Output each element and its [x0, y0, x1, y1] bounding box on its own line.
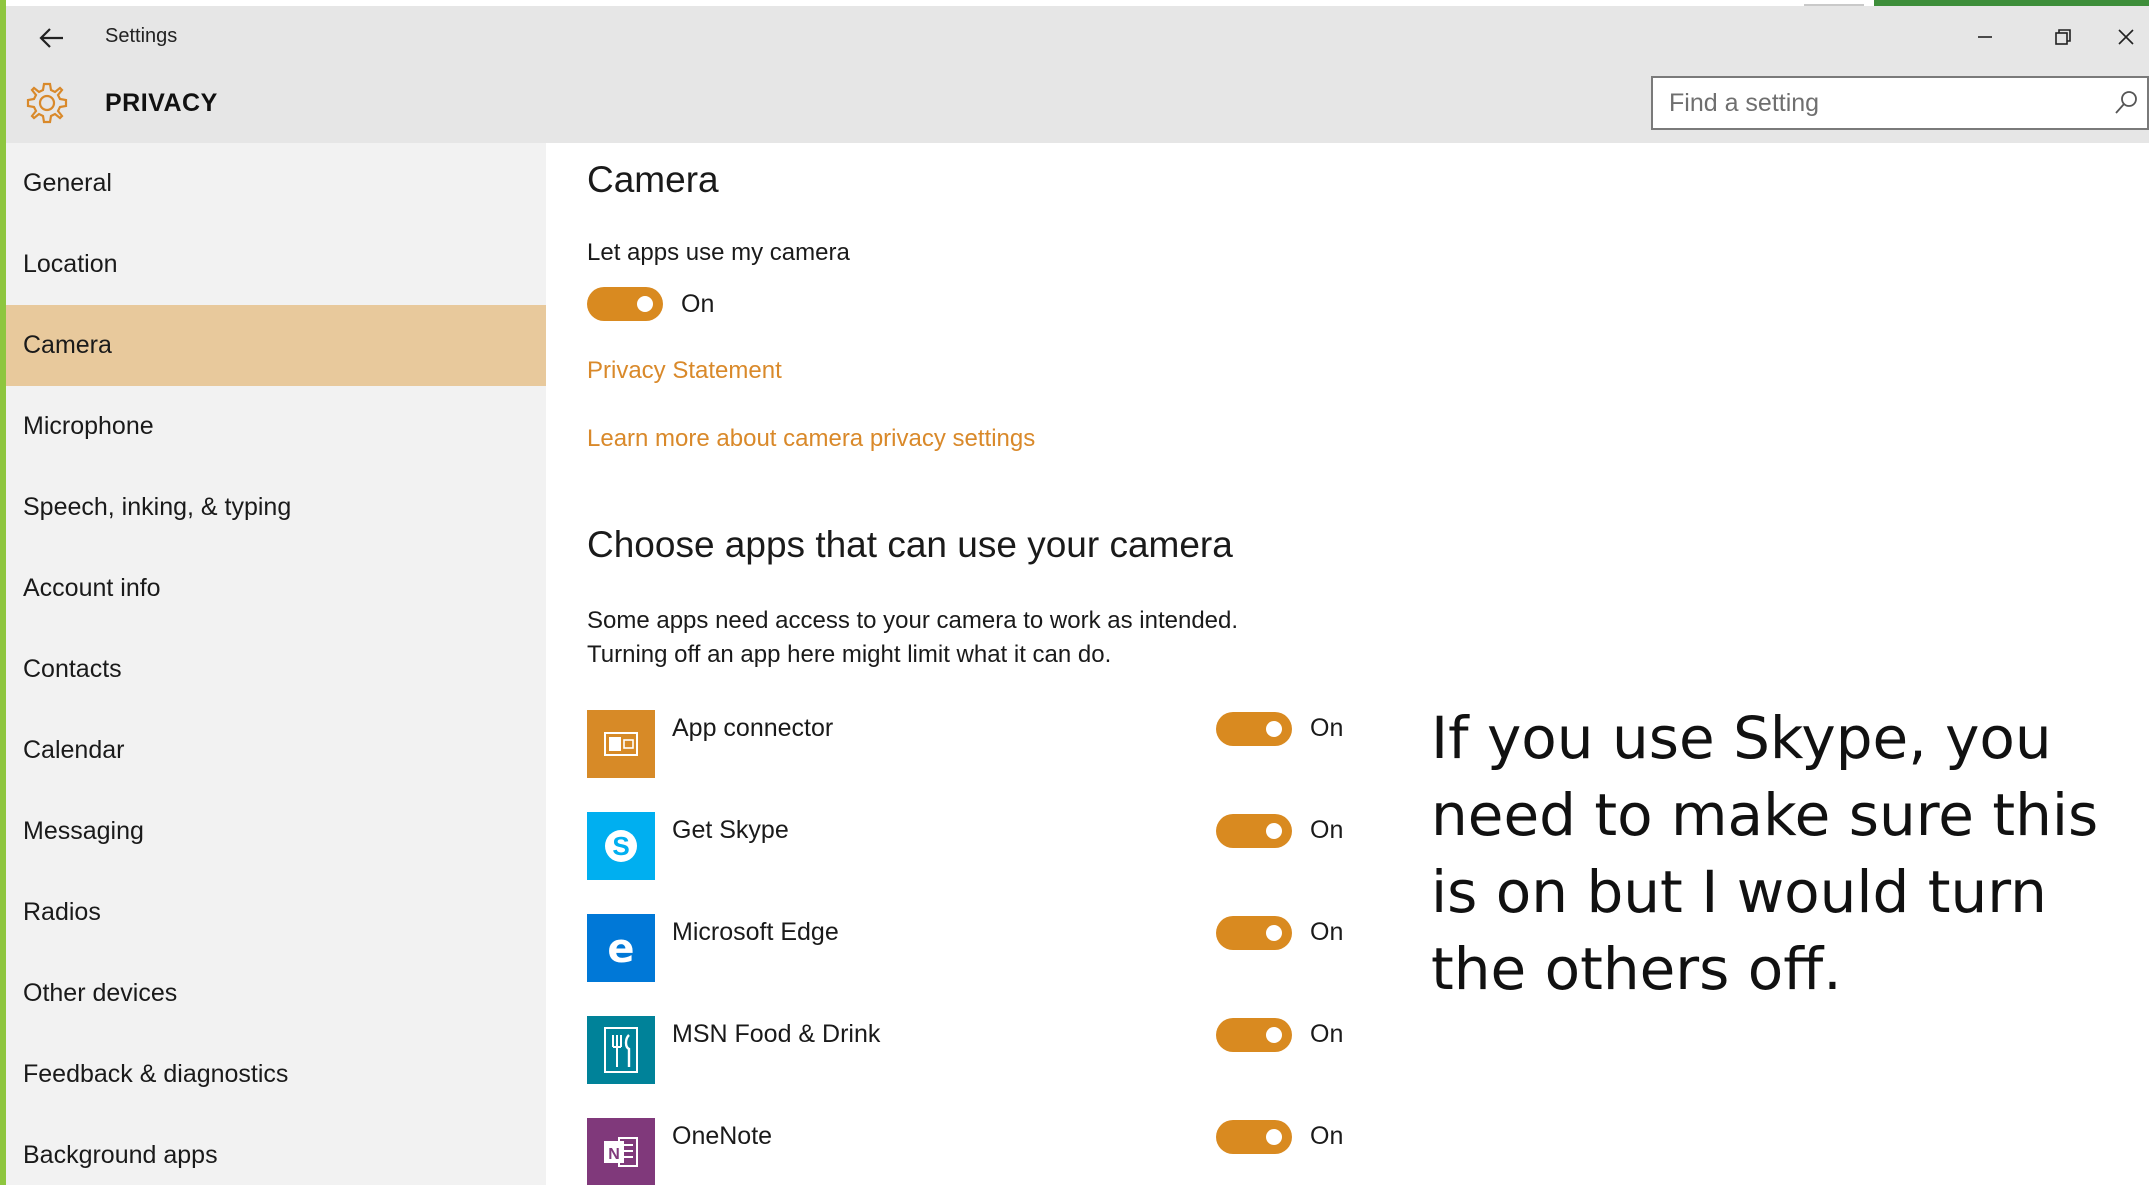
toggle-knob	[1266, 721, 1282, 737]
apps-heading: Choose apps that can use your camera	[587, 524, 1233, 565]
apps-description-line1: Some apps need access to your camera to …	[587, 607, 1239, 634]
camera-access-toggle[interactable]	[587, 287, 663, 321]
toggle-knob	[1266, 1027, 1282, 1043]
sidebar-item-calendar[interactable]: Calendar	[6, 710, 546, 791]
sidebar-item-label: Calendar	[23, 736, 125, 764]
section-title: Camera	[587, 159, 719, 200]
app-name: Get Skype	[672, 816, 789, 844]
sidebar-item-camera[interactable]: Camera	[6, 305, 546, 386]
get-skype-toggle[interactable]	[1216, 814, 1292, 848]
sidebar-item-label: Location	[23, 250, 118, 278]
gear-icon	[24, 80, 70, 126]
toggle-knob	[1266, 1129, 1282, 1145]
sidebar-item-general[interactable]: General	[6, 143, 546, 224]
annotation-text: If you use Skype, you need to make sure …	[1431, 704, 2099, 1003]
sidebar-item-messaging[interactable]: Messaging	[6, 791, 546, 872]
sidebar-item-label: Microphone	[23, 412, 154, 440]
sidebar-item-label: General	[23, 169, 112, 197]
food-drink-icon	[587, 1016, 655, 1084]
sidebar-item-background-apps[interactable]: Background apps	[6, 1115, 546, 1185]
sidebar-item-label: Other devices	[23, 979, 178, 1007]
app-name: App connector	[672, 714, 834, 742]
page-title: PRIVACY	[105, 89, 218, 117]
edge-icon: e	[587, 914, 655, 982]
sidebar-nav: General Location Camera Microphone Speec…	[6, 143, 546, 1185]
toggle-knob	[1266, 823, 1282, 839]
app-toggle-state: On	[1310, 1020, 1344, 1048]
msn-food-drink-toggle[interactable]	[1216, 1018, 1292, 1052]
app-connector-icon	[587, 710, 655, 778]
svg-text:S: S	[612, 831, 629, 861]
camera-setting-label: Let apps use my camera	[587, 239, 850, 266]
sidebar-item-feedback[interactable]: Feedback & diagnostics	[6, 1034, 546, 1115]
app-name: OneNote	[672, 1122, 773, 1150]
minimize-icon[interactable]	[1946, 6, 2024, 68]
app-name: MSN Food & Drink	[672, 1020, 881, 1048]
onenote-toggle[interactable]	[1216, 1120, 1292, 1154]
sidebar-item-contacts[interactable]: Contacts	[6, 629, 546, 710]
sidebar-item-label: Contacts	[23, 655, 122, 683]
restore-icon[interactable]	[2024, 6, 2102, 68]
svg-text:N: N	[608, 1146, 620, 1163]
main-content: Camera Let apps use my camera On Privacy…	[546, 143, 2149, 1185]
app-row-app-connector: App connector On	[587, 710, 1367, 778]
sidebar-item-label: Radios	[23, 898, 101, 926]
toggle-knob	[637, 296, 653, 312]
learn-more-link[interactable]: Learn more about camera privacy settings	[587, 425, 1035, 453]
sidebar-item-location[interactable]: Location	[6, 224, 546, 305]
page-header: PRIVACY	[6, 68, 2149, 143]
app-toggle-state: On	[1310, 1122, 1344, 1150]
app-row-microsoft-edge: e Microsoft Edge On	[587, 914, 1367, 982]
close-icon[interactable]	[2102, 6, 2149, 68]
search-box[interactable]	[1651, 76, 2149, 130]
back-arrow-icon[interactable]	[32, 18, 72, 58]
privacy-statement-link[interactable]: Privacy Statement	[587, 357, 782, 385]
app-toggle-state: On	[1310, 918, 1344, 946]
sidebar-item-label: Background apps	[23, 1141, 218, 1169]
sidebar-item-other-devices[interactable]: Other devices	[6, 953, 546, 1034]
microsoft-edge-toggle[interactable]	[1216, 916, 1292, 950]
skype-icon: S	[587, 812, 655, 880]
app-row-msn-food-drink: MSN Food & Drink On	[587, 1016, 1367, 1084]
app-row-get-skype: S Get Skype On	[587, 812, 1367, 880]
window-title-bar: Settings	[6, 6, 2149, 68]
camera-access-state: On	[681, 290, 715, 318]
sidebar-item-account-info[interactable]: Account info	[6, 548, 546, 629]
app-name: Microsoft Edge	[672, 918, 839, 946]
app-connector-toggle[interactable]	[1216, 712, 1292, 746]
sidebar-item-label: Feedback & diagnostics	[23, 1060, 289, 1088]
sidebar-item-speech[interactable]: Speech, inking, & typing	[6, 467, 546, 548]
apps-description-line2: Turning off an app here might limit what…	[587, 641, 1112, 668]
sidebar-item-label: Account info	[23, 574, 161, 602]
window-title: Settings	[105, 25, 178, 47]
onenote-icon: N	[587, 1118, 655, 1185]
svg-text:e: e	[607, 926, 634, 970]
app-toggle-state: On	[1310, 816, 1344, 844]
search-icon[interactable]	[2111, 88, 2141, 118]
search-input[interactable]	[1653, 78, 2093, 128]
sidebar-item-microphone[interactable]: Microphone	[6, 386, 546, 467]
sidebar-item-label: Camera	[23, 331, 112, 359]
sidebar-item-label: Speech, inking, & typing	[23, 493, 292, 521]
sidebar-item-label: Messaging	[23, 817, 144, 845]
toggle-knob	[1266, 925, 1282, 941]
app-row-onenote: N OneNote On	[587, 1118, 1367, 1185]
app-toggle-state: On	[1310, 714, 1344, 742]
sidebar-item-radios[interactable]: Radios	[6, 872, 546, 953]
